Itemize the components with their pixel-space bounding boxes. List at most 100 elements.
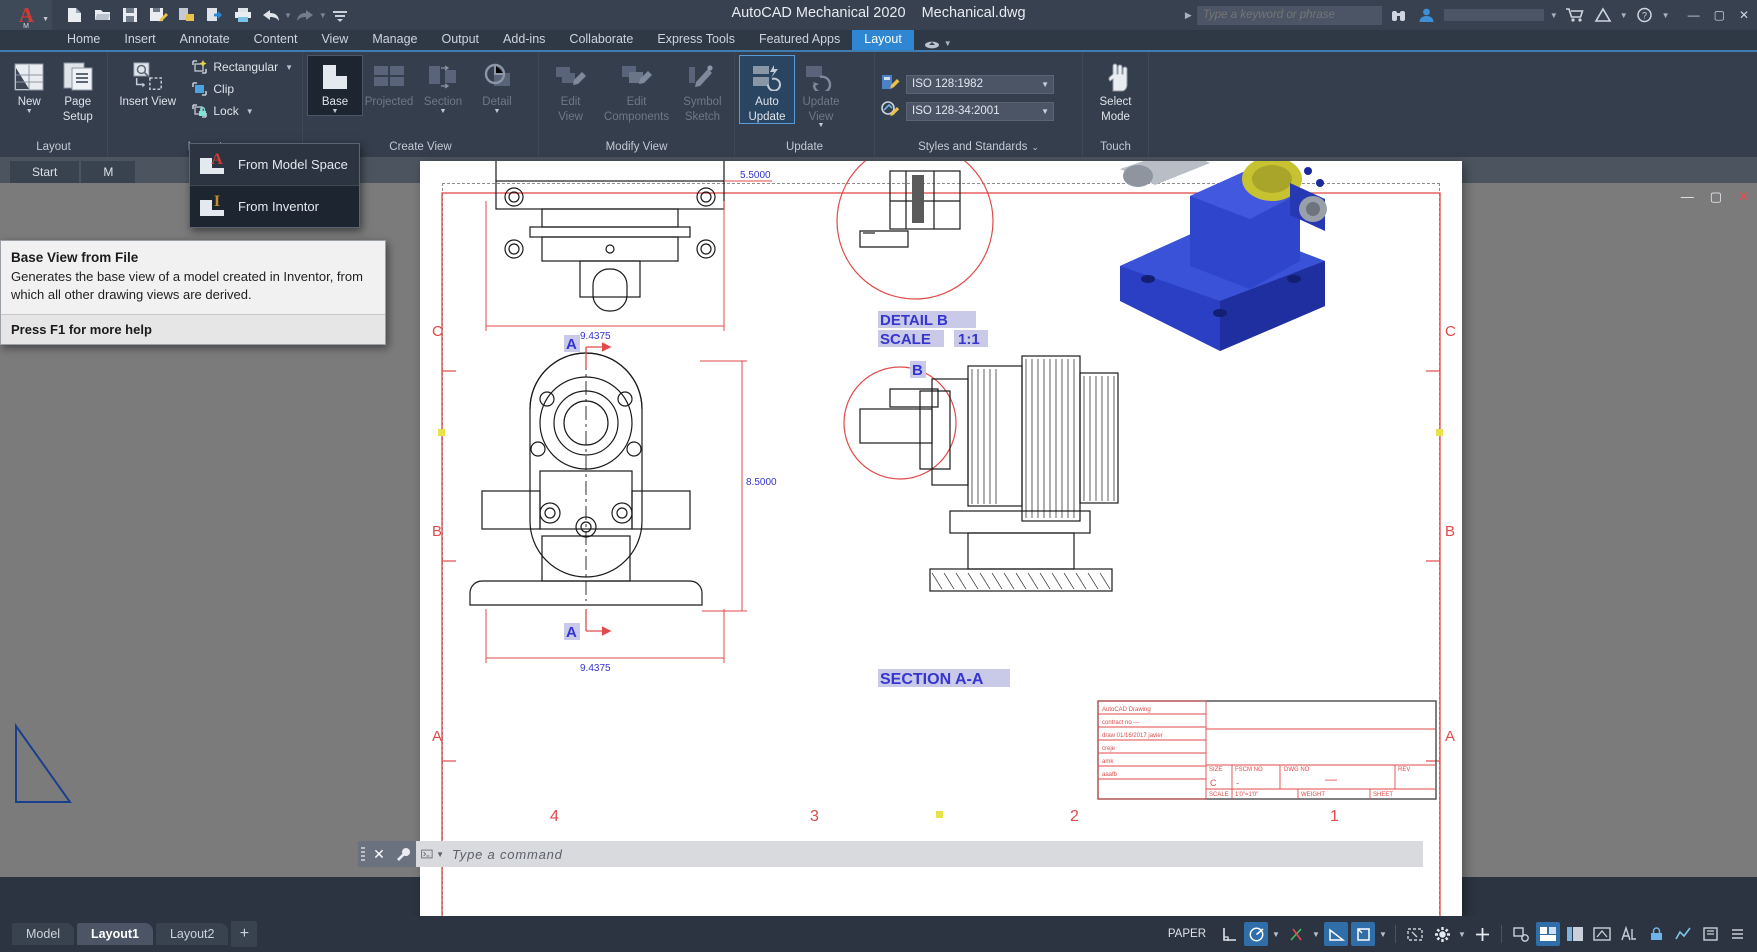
drafting-standard-icon[interactable] [880,73,900,96]
drawing-restore-button[interactable]: ▢ [1710,189,1722,205]
user-menu-caret-icon[interactable]: ▼ [1550,11,1558,20]
search-binoculars-icon[interactable] [1388,4,1410,26]
rectangular-viewport-button[interactable]: Rectangular ▼ [186,56,297,78]
tab-collaborate[interactable]: Collaborate [557,30,645,50]
projected-view-icon [372,60,406,94]
drafting-standard-select[interactable]: ISO 128:1982 ▼ [906,75,1054,94]
plot-icon[interactable] [230,3,255,27]
object-snap-caret-icon[interactable]: ▼ [1311,930,1321,939]
chevron-down-icon[interactable]: ▼ [26,109,33,115]
tab-add-ins[interactable]: Add-ins [491,30,557,50]
layout-tab-layout2[interactable]: Layout2 [156,923,228,945]
save-icon[interactable] [118,3,143,27]
workspace-switch-icon[interactable] [1536,922,1560,946]
doc-tab-start[interactable]: Start [10,161,79,183]
help-icon[interactable]: ? [1634,4,1656,26]
undo-dropdown-caret[interactable]: ▼ [284,11,292,20]
import-icon[interactable] [202,3,227,27]
space-toggle-button[interactable]: PAPER [1160,928,1214,940]
save-as-icon[interactable] [146,3,171,27]
customize-qat-icon[interactable] [328,3,353,27]
application-menu-button[interactable]: A M ▼ [0,0,52,30]
redo-dropdown-caret[interactable]: ▼ [319,11,327,20]
layout-tab-layout1[interactable]: Layout1 [77,923,153,945]
tab-express-tools[interactable]: Express Tools [645,30,747,50]
chevron-down-icon[interactable]: ▼ [436,850,444,859]
undo-icon[interactable] [258,3,283,27]
command-prompt-icon[interactable]: ▼ [416,847,444,861]
drawing-minimize-button[interactable]: — [1681,189,1694,205]
add-layout-button[interactable]: + [231,921,257,947]
search-expand-icon[interactable]: ▶ [1185,10,1192,21]
panel-expander-icon[interactable]: ⌄ [1031,142,1039,153]
close-button[interactable]: ✕ [1739,8,1749,22]
chevron-down-icon[interactable]: ▼ [285,63,293,72]
layout-tools-icon[interactable] [1563,922,1587,946]
clip-viewport-button[interactable]: Clip [186,78,297,100]
user-account-icon[interactable] [1416,4,1438,26]
drawing-content[interactable]: C C B B A A 4 3 2 1 [420,161,1462,952]
isolate-objects-icon[interactable] [1470,922,1494,946]
tab-view[interactable]: View [309,30,360,50]
lock-ui-icon[interactable] [1644,922,1668,946]
minimize-button[interactable]: — [1688,8,1700,22]
viewport-scale-icon[interactable] [1590,922,1614,946]
hardware-accel-icon[interactable] [1509,922,1533,946]
select-mode-button[interactable]: Select Mode [1089,56,1143,123]
search-input[interactable] [1197,6,1382,25]
command-line[interactable]: ✕ ▼ Type a command [358,841,1423,867]
customization-icon[interactable] [1725,922,1749,946]
menu-item-from-model-space[interactable]: A From Model Space [190,144,359,185]
tab-content[interactable]: Content [242,30,310,50]
section-standard-icon[interactable] [880,100,900,123]
layout-tab-model[interactable]: Model [12,923,74,945]
help-menu-caret-icon[interactable]: ▼ [1662,11,1670,20]
command-line-grip[interactable] [358,841,368,867]
settings-caret-icon[interactable]: ▼ [1457,930,1467,939]
menu-item-from-inventor[interactable]: I From Inventor [190,185,359,227]
base-view-button[interactable]: Base ▼ [308,56,362,115]
polar-tracking-caret-icon[interactable]: ▼ [1271,930,1281,939]
annotation-visibility-icon[interactable] [1351,922,1375,946]
tab-annotate[interactable]: Annotate [168,30,242,50]
drawing-close-button[interactable]: ✕ [1738,189,1749,205]
lock-viewport-button[interactable]: Lock ▼ [186,100,297,122]
redo-icon[interactable] [293,3,318,27]
doc-tab-mechanical[interactable]: M [81,161,135,183]
section-standard-select[interactable]: ISO 128-34:2001 ▼ [906,102,1054,121]
clean-screen-icon[interactable] [1698,922,1722,946]
new-layout-button[interactable]: New ▼ [5,56,54,115]
export-icon[interactable] [174,3,199,27]
insert-view-button[interactable]: Insert View [113,56,182,109]
annotation-scale-icon[interactable] [1617,922,1641,946]
chevron-down-icon[interactable]: ▼ [246,107,254,116]
edit-view-icon [554,60,588,94]
tab-insert[interactable]: Insert [112,30,167,50]
close-icon[interactable]: ✕ [368,841,390,867]
new-file-icon[interactable] [62,3,87,27]
wrench-icon[interactable] [390,841,416,867]
autodesk-logo-icon[interactable] [1592,4,1614,26]
settings-gear-icon[interactable] [1430,922,1454,946]
tab-manage[interactable]: Manage [360,30,429,50]
page-setup-button[interactable]: Page Setup [54,56,103,123]
tab-featured-apps[interactable]: Featured Apps [747,30,852,50]
ortho-icon[interactable] [1217,922,1241,946]
tab-layout[interactable]: Layout [852,30,914,50]
annotation-visibility-caret-icon[interactable]: ▼ [1378,930,1388,939]
selection-cycling-icon[interactable] [1403,922,1427,946]
tab-output[interactable]: Output [430,30,492,50]
autodesk-menu-caret-icon[interactable]: ▼ [1620,11,1628,20]
chevron-down-icon[interactable]: ▼ [332,109,339,115]
maximize-button[interactable]: ▢ [1714,8,1725,22]
object-snap-icon[interactable] [1284,922,1308,946]
cloud-sync-menu[interactable]: ▼ [914,37,962,50]
osnap-tracking-icon[interactable] [1324,922,1348,946]
command-input[interactable]: Type a command [444,847,1423,862]
shopping-cart-icon[interactable] [1564,4,1586,26]
tab-home[interactable]: Home [55,30,112,50]
auto-update-button[interactable]: Auto Update [740,56,794,123]
open-folder-icon[interactable] [90,3,115,27]
polar-tracking-icon[interactable] [1244,922,1268,946]
performance-icon[interactable] [1671,922,1695,946]
